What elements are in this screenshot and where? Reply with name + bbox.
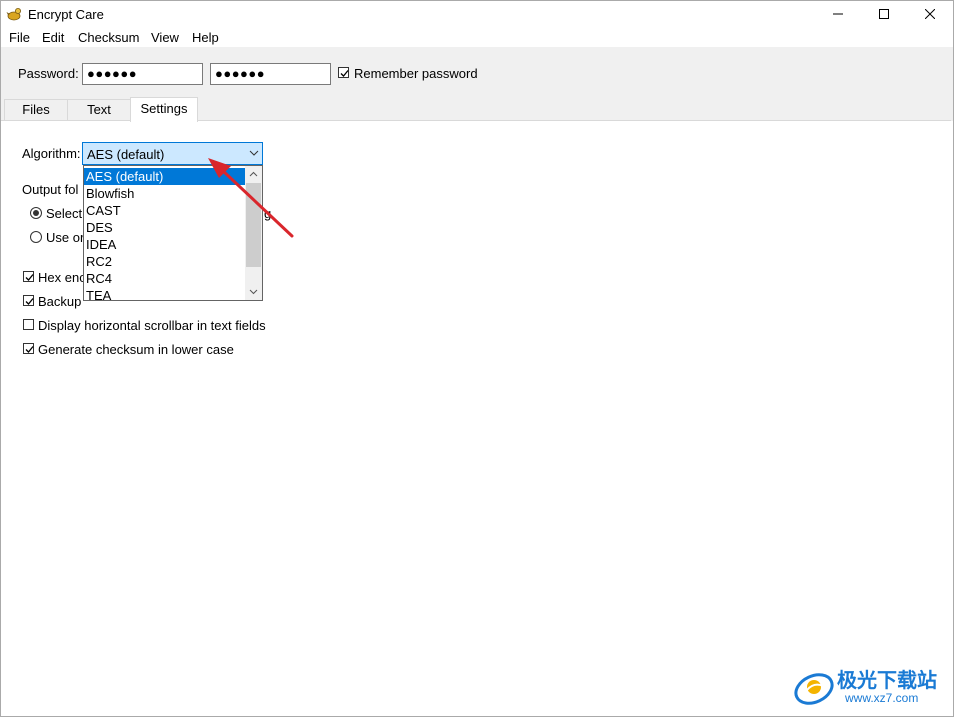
dropdown-scrollbar[interactable] [245,166,262,300]
menu-checksum[interactable]: Checksum [78,30,139,45]
algorithm-dropdown-list[interactable]: AES (default) Blowfish CAST DES IDEA RC2… [83,165,263,301]
confirm-password-input[interactable]: ●●●●●● [210,63,331,85]
password-label: Password: [18,66,79,81]
checkmark-icon [25,298,34,305]
radio-select-folder[interactable] [30,207,42,219]
algorithm-label: Algorithm: [22,146,81,161]
password-bar: Password: ●●●●●● ●●●●●● Remember passwor… [1,47,953,97]
maximize-icon [879,9,889,19]
remember-password-label: Remember password [354,66,478,81]
watermark: 极光下载站 www.xz7.com [793,664,948,710]
chevron-down-icon [249,150,259,156]
menu-file[interactable]: File [9,30,30,45]
tab-strip: Files Text Settings [1,97,953,122]
lowercase-checksum-label: Generate checksum in lower case [38,342,234,357]
close-button[interactable] [907,1,953,27]
menu-bar: File Edit Checksum View Help [1,27,953,47]
option-blowfish[interactable]: Blowfish [84,185,246,202]
checkmark-icon [25,274,34,281]
backup-label: Backup [38,294,82,309]
menu-edit[interactable]: Edit [42,30,64,45]
option-idea[interactable]: IDEA [84,236,246,253]
option-rc4[interactable]: RC4 [84,270,246,287]
settings-panel: Algorithm: AES (default) Output fol Sele… [1,120,951,715]
hex-encoding-label: Hex enc [38,270,86,285]
close-icon [925,9,935,19]
menu-view[interactable]: View [151,30,179,45]
output-folder-label: Output fol [22,182,79,197]
radio-select-label-tail: g [264,206,272,221]
option-cast[interactable]: CAST [84,202,246,219]
minimize-button[interactable] [815,1,861,27]
radio-select-label: Select [46,206,83,221]
tab-files[interactable]: Files [4,99,68,120]
app-logo-icon [6,6,22,22]
watermark-logo-icon [794,673,834,705]
password-input[interactable]: ●●●●●● [82,63,203,85]
watermark-text: 极光下载站 [837,668,937,692]
option-des[interactable]: DES [84,219,246,236]
lowercase-checksum-checkbox[interactable] [23,343,34,354]
radio-use-label: Use or [46,230,85,245]
checkmark-icon [25,346,34,353]
algorithm-selected-value: AES (default) [87,147,165,162]
menu-help[interactable]: Help [192,30,219,45]
horizontal-scrollbar-checkbox[interactable] [23,319,34,330]
tab-settings[interactable]: Settings [130,97,198,122]
maximize-button[interactable] [861,1,907,27]
scroll-down-icon [249,289,258,295]
window-title: Encrypt Care [28,7,104,22]
option-tea[interactable]: TEA [84,287,246,300]
radio-use-original[interactable] [30,231,42,243]
minimize-icon [833,13,843,15]
hex-encoding-checkbox[interactable] [23,271,34,282]
checkmark-icon [340,70,349,77]
backup-checkbox[interactable] [23,295,34,306]
horizontal-scrollbar-label: Display horizontal scrollbar in text fie… [38,318,266,333]
tab-text[interactable]: Text [67,99,131,120]
radio-dot [33,210,39,216]
scrollbar-thumb[interactable] [246,183,261,267]
option-rc2[interactable]: RC2 [84,253,246,270]
app-window: Encrypt Care File Edit Checksum View Hel… [0,0,954,717]
watermark-url: www.xz7.com [845,691,919,705]
algorithm-select[interactable]: AES (default) [82,142,263,165]
title-bar[interactable]: Encrypt Care [1,1,953,27]
option-aes[interactable]: AES (default) [84,168,246,185]
remember-password-checkbox[interactable] [338,67,349,78]
scroll-up-icon [249,171,258,177]
